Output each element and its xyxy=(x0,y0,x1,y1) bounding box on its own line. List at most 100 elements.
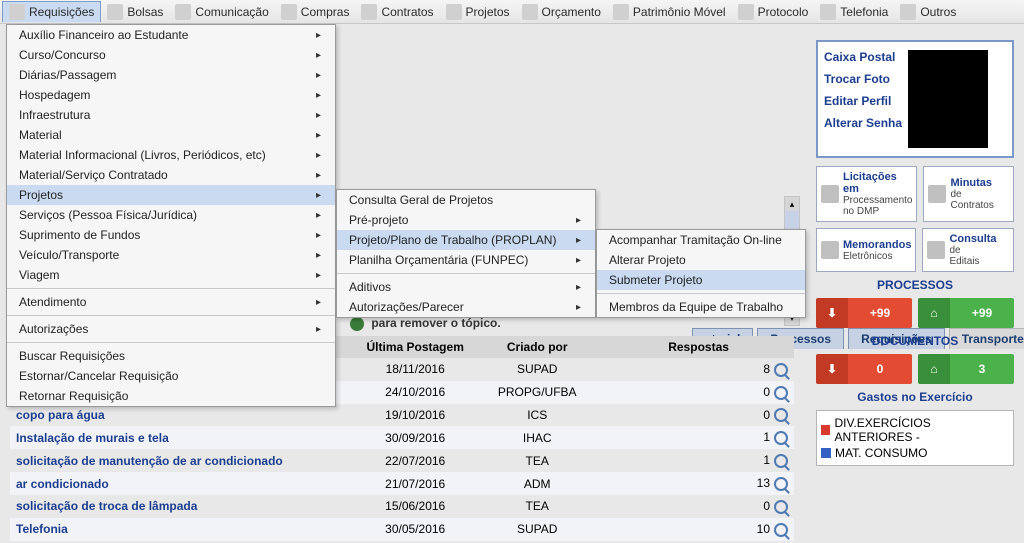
nav-protocolo[interactable]: Protocolo xyxy=(732,2,815,22)
chevron-right-icon: ▸ xyxy=(576,282,581,293)
section-gastos: Gastos no Exercício xyxy=(816,390,1014,404)
link-caixa-postal[interactable]: Caixa Postal xyxy=(824,50,902,64)
menu-item[interactable]: Atendimento▸ xyxy=(7,292,335,312)
magnifier-icon[interactable] xyxy=(774,408,788,422)
nav-comunicacao[interactable]: Comunicação xyxy=(169,2,274,22)
widget-title: Memorandos xyxy=(843,239,911,251)
gavel-icon xyxy=(821,185,839,203)
menu-item[interactable]: Submeter Projeto xyxy=(597,270,805,290)
chevron-right-icon: ▸ xyxy=(576,302,581,313)
table-row: solicitação de troca de lâmpada15/06/201… xyxy=(10,495,794,518)
nav-contratos[interactable]: Contratos xyxy=(355,2,439,22)
menu-item[interactable]: Suprimento de Fundos▸ xyxy=(7,225,335,245)
topic-link[interactable]: Instalação de murais e tela xyxy=(16,431,169,445)
menu-item[interactable]: Curso/Concurso▸ xyxy=(7,45,335,65)
menu-item[interactable]: Aditivos▸ xyxy=(337,277,595,297)
nav-outros[interactable]: Outros xyxy=(894,2,962,22)
topic-link[interactable]: copo para água xyxy=(16,408,105,422)
link-editar-perfil[interactable]: Editar Perfil xyxy=(824,94,902,108)
table-row: copo para água19/10/2016ICS0 xyxy=(10,404,794,427)
menu-item-label: Buscar Requisições xyxy=(19,349,125,363)
menu-item-label: Veículo/Transporte xyxy=(19,248,119,262)
link-trocar-foto[interactable]: Trocar Foto xyxy=(824,72,902,86)
menu-item-label: Hospedagem xyxy=(19,88,90,102)
menu-item[interactable]: Infraestrutura▸ xyxy=(7,105,335,125)
menu-item[interactable]: Acompanhar Tramitação On-line xyxy=(597,230,805,250)
menu-item[interactable]: Consulta Geral de Projetos xyxy=(337,190,595,210)
nav-requisicoes[interactable]: Requisições xyxy=(2,1,101,22)
magnifier-icon[interactable] xyxy=(774,454,788,468)
menu-item-label: Atendimento xyxy=(19,295,86,309)
menu-item[interactable]: Hospedagem▸ xyxy=(7,85,335,105)
legend-item: DIV.EXERCÍCIOS ANTERIORES - xyxy=(821,415,1009,445)
menu-item-label: Alterar Projeto xyxy=(609,253,686,267)
cell-author: IHAC xyxy=(471,426,603,449)
topic-link[interactable]: ar condicionado xyxy=(16,477,109,491)
menu-item[interactable]: Estornar/Cancelar Requisição xyxy=(7,366,335,386)
cell-author: ADM xyxy=(471,472,603,495)
chevron-right-icon: ▸ xyxy=(576,215,581,226)
nav-bolsas[interactable]: Bolsas xyxy=(101,2,169,22)
topic-link[interactable]: Telefonia xyxy=(16,522,68,536)
legend-label: DIV.EXERCÍCIOS ANTERIORES - xyxy=(834,416,1009,444)
counter-proc-in[interactable]: ⬇+99 xyxy=(816,298,912,328)
widget-memorandos[interactable]: MemorandosEletrônicos xyxy=(816,228,916,272)
cell-date: 19/10/2016 xyxy=(359,404,471,427)
counter-doc-in[interactable]: ⬇0 xyxy=(816,354,912,384)
menu-item[interactable]: Planilha Orçamentária (FUNPEC)▸ xyxy=(337,250,595,270)
magnifier-icon[interactable] xyxy=(774,477,788,491)
link-alterar-senha[interactable]: Alterar Senha xyxy=(824,116,902,130)
menu-item[interactable]: Auxílio Financeiro ao Estudante▸ xyxy=(7,25,335,45)
chevron-right-icon: ▸ xyxy=(316,150,321,161)
cell-author: ICS xyxy=(471,404,603,427)
topic-link[interactable]: solicitação de manutenção de ar condicio… xyxy=(16,454,283,468)
menu-item[interactable]: Projetos▸ xyxy=(7,185,335,205)
magnifier-icon[interactable] xyxy=(774,523,788,537)
topic-link[interactable]: solicitação de troca de lâmpada xyxy=(16,499,197,513)
scroll-up-icon[interactable]: ▴ xyxy=(785,197,799,211)
menu-item[interactable]: Autorizações/Parecer▸ xyxy=(337,297,595,317)
nav-compras[interactable]: Compras xyxy=(275,2,356,22)
menu-item[interactable]: Autorizações▸ xyxy=(7,319,335,339)
download-icon: ⬇ xyxy=(816,298,848,328)
menu-item[interactable]: Membros da Equipe de Trabalho xyxy=(597,297,805,317)
nav-orcamento[interactable]: Orçamento xyxy=(516,2,607,22)
menu-item[interactable]: Pré-projeto▸ xyxy=(337,210,595,230)
menu-item[interactable]: Veículo/Transporte▸ xyxy=(7,245,335,265)
menu-item-label: Suprimento de Fundos xyxy=(19,228,140,242)
nav-label: Protocolo xyxy=(758,5,809,19)
menu-item[interactable]: Viagem▸ xyxy=(7,265,335,285)
search-doc-icon xyxy=(927,241,945,259)
widget-title: Consulta xyxy=(949,233,996,245)
magnifier-icon[interactable] xyxy=(774,500,788,514)
table-row: solicitação de manutenção de ar condicio… xyxy=(10,449,794,472)
menu-item[interactable]: Material Informacional (Livros, Periódic… xyxy=(7,145,335,165)
nav-projetos[interactable]: Projetos xyxy=(440,2,516,22)
nav-patrimonio[interactable]: Patrimônio Móvel xyxy=(607,2,732,22)
widget-minutas[interactable]: MinutasdeContratos xyxy=(923,166,1014,222)
menu-item[interactable]: Alterar Projeto xyxy=(597,250,805,270)
nav-label: Outros xyxy=(920,5,956,19)
counter-doc-out[interactable]: ⌂3 xyxy=(918,354,1014,384)
nav-telefonia[interactable]: Telefonia xyxy=(814,2,894,22)
doc-icon xyxy=(9,4,25,20)
menu-item[interactable]: Buscar Requisições xyxy=(7,346,335,366)
menu-item[interactable]: Serviços (Pessoa Física/Jurídica)▸ xyxy=(7,205,335,225)
menu-item[interactable]: Material/Serviço Contratado▸ xyxy=(7,165,335,185)
widget-editais[interactable]: ConsultadeEditais xyxy=(922,228,1014,272)
counter-proc-out[interactable]: ⌂+99 xyxy=(918,298,1014,328)
widget-licitacoes[interactable]: Licitações emProcessamentono DMP xyxy=(816,166,917,222)
top-navigation: Requisições Bolsas Comunicação Compras C… xyxy=(0,0,1024,24)
cell-date: 21/07/2016 xyxy=(359,472,471,495)
menu-item-label: Material Informacional (Livros, Periódic… xyxy=(19,148,266,162)
menu-item[interactable]: Material▸ xyxy=(7,125,335,145)
magnifier-icon[interactable] xyxy=(774,431,788,445)
menu-item[interactable]: Retornar Requisição xyxy=(7,386,335,406)
cell-replies: 1 xyxy=(603,426,794,449)
menu-item[interactable]: Diárias/Passagem▸ xyxy=(7,65,335,85)
legend-label: MAT. CONSUMO xyxy=(835,446,927,460)
magnifier-icon[interactable] xyxy=(774,363,788,377)
magnifier-icon[interactable] xyxy=(774,386,788,400)
menu-item-label: Consulta Geral de Projetos xyxy=(349,193,493,207)
menu-item[interactable]: Projeto/Plano de Trabalho (PROPLAN)▸ xyxy=(337,230,595,250)
